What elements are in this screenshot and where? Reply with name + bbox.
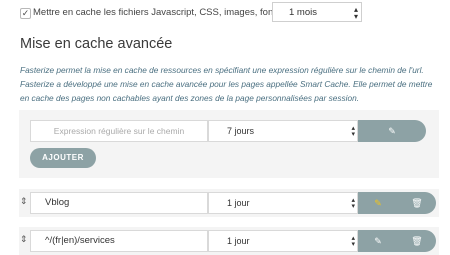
pencil-icon: ✎ [374, 236, 382, 246]
section-title: Mise en cache avancée [20, 36, 173, 52]
drag-handle-icon[interactable]: ⇕ [20, 196, 28, 206]
cache-duration-select[interactable]: 1 mois ▴ ▾ [272, 2, 362, 22]
pencil-icon: ✎ [388, 126, 396, 136]
rule-duration-select[interactable]: 1 jour ▴ ▾ [208, 192, 358, 214]
updown-arrow-icon: ▴ ▾ [353, 5, 358, 21]
rule-duration-value: 1 jour [227, 198, 250, 208]
trash-icon: 🗑 [411, 236, 423, 246]
cache-all-checkbox[interactable]: ✓ [20, 8, 31, 19]
cache-duration-value: 1 mois [289, 7, 317, 18]
pattern-input[interactable]: Expression régulière sur le chemin [30, 120, 208, 142]
rule-duration-value: 1 jour [227, 236, 250, 246]
add-rule-button[interactable]: AJOUTER [30, 148, 96, 168]
pencil-icon: ✎ [374, 198, 382, 208]
new-rule-duration-value: 7 jours [227, 126, 255, 136]
cache-all-label: Mettre en cache les fichiers Javascript,… [33, 7, 303, 18]
check-icon: ✓ [21, 8, 30, 18]
rule-delete-button[interactable]: 🗑 [398, 192, 436, 214]
updown-arrow-icon: ▴ ▾ [351, 235, 355, 248]
updown-arrow-icon: ▴ ▾ [351, 125, 355, 138]
drag-handle-icon[interactable]: ⇕ [20, 234, 28, 244]
rule-edit-button[interactable]: ✎ [358, 192, 398, 214]
rule-delete-button[interactable]: 🗑 [398, 230, 436, 252]
trash-icon: 🗑 [411, 198, 423, 208]
new-rule-duration-select[interactable]: 7 jours ▴ ▾ [208, 120, 358, 142]
rule-pattern-input[interactable]: Vblog [30, 192, 208, 214]
new-rule-edit-button[interactable]: ✎ [358, 120, 426, 142]
rule-duration-select[interactable]: 1 jour ▴ ▾ [208, 230, 358, 252]
rule-edit-button[interactable]: ✎ [358, 230, 398, 252]
rule-pattern-input[interactable]: ^/(fr|en)/services [30, 230, 208, 252]
updown-arrow-icon: ▴ ▾ [351, 197, 355, 210]
section-description: Fasterize permet la mise en cache de res… [20, 65, 433, 103]
